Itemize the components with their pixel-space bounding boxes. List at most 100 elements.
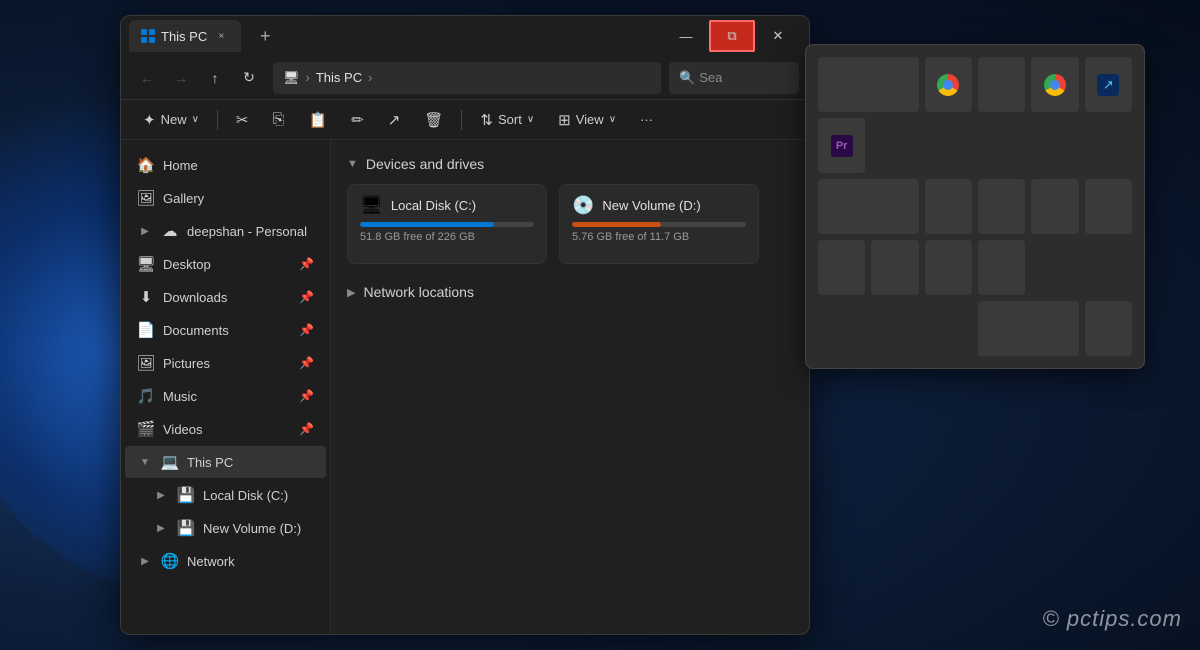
snap-cell-2-2[interactable] [925, 179, 972, 234]
view-button[interactable]: ⊞ View ∨ [548, 104, 626, 136]
snap-cell-2-5[interactable] [1085, 179, 1132, 234]
address-monitor-icon: 🖥 [283, 70, 300, 86]
new-button[interactable]: ✦ New ∨ [133, 104, 209, 136]
view-chevron: ∨ [609, 114, 616, 125]
sidebar-item-cloud[interactable]: ▶ ☁ deepshan - Personal [125, 215, 326, 247]
drive-c-bar-fill [360, 222, 494, 227]
cloud-icon: ☁ [161, 222, 179, 240]
snap-cell-1-1[interactable] [818, 57, 919, 112]
sidebar-item-home[interactable]: 🏠 Home [125, 149, 326, 181]
divider-2 [461, 110, 462, 130]
snap-cell-2-6[interactable] [818, 240, 865, 295]
view-label: View [576, 112, 604, 127]
snap-cell-1-6[interactable]: Pr [818, 118, 865, 173]
snap-cell-1-3[interactable] [978, 57, 1025, 112]
sidebar-label-network: Network [187, 554, 235, 569]
rename-button[interactable]: ✏ [341, 104, 374, 136]
snap-cell-2-1[interactable] [818, 179, 919, 234]
sort-button[interactable]: ⇅ Sort ∨ [470, 104, 544, 136]
sidebar-item-newvolume[interactable]: ▶ 💾 New Volume (D:) [125, 512, 326, 544]
more-button[interactable]: ··· [630, 104, 663, 136]
drive-card-c-top: 🖥 Local Disk (C:) [360, 195, 534, 216]
drive-d-bar-bg [572, 222, 746, 227]
sort-chevron: ∨ [527, 114, 534, 125]
new-chevron: ∨ [192, 114, 199, 125]
snap-cell-3-6[interactable] [1085, 301, 1132, 356]
sidebar-item-desktop[interactable]: 🖥 Desktop 📌 [125, 248, 326, 280]
pin-icon-downloads: 📌 [299, 290, 314, 304]
snap-cell-2-4[interactable] [1031, 179, 1078, 234]
network-chevron-icon: ▶ [347, 286, 355, 299]
snap-cell-3-3[interactable] [978, 240, 1025, 295]
new-tab-button[interactable]: + [251, 22, 279, 50]
drive-card-d[interactable]: 💿 New Volume (D:) 5.76 GB free of 11.7 G… [559, 184, 759, 264]
paste-icon: 📋 [309, 111, 328, 129]
network-section-header[interactable]: ▶ Network locations [347, 284, 793, 300]
share-icon: ↗ [388, 111, 401, 129]
snap-cell-3-2[interactable] [925, 240, 972, 295]
music-icon: 🎵 [137, 387, 155, 405]
sidebar-expander-newvolume: ▶ [153, 520, 169, 536]
drive-d-bar-fill [572, 222, 661, 227]
copy-button[interactable]: ⎘ [263, 104, 295, 136]
snap-cell-1-4[interactable] [1031, 57, 1078, 112]
sidebar-label-desktop: Desktop [163, 257, 211, 272]
network-icon: 🌐 [161, 552, 179, 570]
watermark: © pctips.com [1043, 606, 1182, 632]
sidebar-item-thispc[interactable]: ▼ 💻 This PC [125, 446, 326, 478]
home-icon: 🏠 [137, 156, 155, 174]
close-button[interactable]: ✕ [755, 20, 801, 52]
delete-button[interactable]: 🗑 [414, 104, 453, 136]
drive-d-icon: 💿 [572, 195, 594, 216]
drives-grid: 🖥 Local Disk (C:) 51.8 GB free of 226 GB… [347, 184, 793, 264]
forward-button[interactable]: → [165, 62, 197, 94]
sidebar-expander-thispc: ▼ [137, 454, 153, 470]
sidebar-label-videos: Videos [163, 422, 203, 437]
paste-button[interactable]: 📋 [299, 104, 338, 136]
sidebar-item-documents[interactable]: 📄 Documents 📌 [125, 314, 326, 346]
address-path: This PC [316, 70, 362, 85]
back-button[interactable]: ← [131, 62, 163, 94]
sidebar-item-pictures[interactable]: 🖼 Pictures 📌 [125, 347, 326, 379]
search-box[interactable]: 🔍 Sea [669, 62, 799, 94]
refresh-button[interactable]: ↻ [233, 62, 265, 94]
status-bar: 3 items | 1 item selected | [121, 634, 809, 635]
sidebar-item-localdisk[interactable]: ▶ 💾 Local Disk (C:) [125, 479, 326, 511]
sidebar-item-downloads[interactable]: ⬇ Downloads 📌 [125, 281, 326, 313]
pictures-icon: 🖼 [137, 354, 155, 372]
drive-d-name: New Volume (D:) [602, 198, 700, 213]
share-button[interactable]: ↗ [378, 104, 411, 136]
snap-cell-1-5[interactable]: ↗ [1085, 57, 1132, 112]
window-tab[interactable]: This PC × [129, 20, 241, 52]
pin-icon-pictures: 📌 [299, 356, 314, 370]
sidebar-item-gallery[interactable]: 🖼 Gallery [125, 182, 326, 214]
maximize-button[interactable]: ⧉ [709, 20, 755, 52]
sidebar-label-gallery: Gallery [163, 191, 204, 206]
devices-section-header[interactable]: ▼ Devices and drives [347, 156, 793, 172]
new-icon: ✦ [143, 111, 156, 129]
sidebar-item-music[interactable]: 🎵 Music 📌 [125, 380, 326, 412]
minimize-button[interactable]: — [663, 20, 709, 52]
snap-cell-1-2[interactable] [925, 57, 972, 112]
tab-close-button[interactable]: × [213, 28, 229, 44]
delete-icon: 🗑 [424, 111, 443, 129]
videos-icon: 🎬 [137, 420, 155, 438]
snap-cell-2-3[interactable] [978, 179, 1025, 234]
navigation-toolbar: ← → ↑ ↻ 🖥 › This PC › 🔍 Sea [121, 56, 809, 100]
snap-cell-3-1[interactable] [871, 240, 918, 295]
address-chevron-2: › [368, 70, 372, 85]
file-explorer-window: This PC × + — ⧉ ✕ ← → ↑ ↻ 🖥 › This PC › … [120, 15, 810, 635]
cut-button[interactable]: ✂ [226, 104, 259, 136]
more-icon: ··· [640, 112, 653, 127]
sidebar: 🏠 Home 🖼 Gallery ▶ ☁ deepshan - Personal… [121, 140, 331, 634]
sidebar-label-newvolume: New Volume (D:) [203, 521, 301, 536]
sidebar-item-network[interactable]: ▶ 🌐 Network [125, 545, 326, 577]
snap-cell-3-4[interactable] [978, 301, 1079, 356]
sidebar-item-videos[interactable]: 🎬 Videos 📌 [125, 413, 326, 445]
drive-card-c[interactable]: 🖥 Local Disk (C:) 51.8 GB free of 226 GB [347, 184, 547, 264]
newvolume-icon: 💾 [177, 519, 195, 537]
address-bar[interactable]: 🖥 › This PC › [273, 62, 661, 94]
sidebar-label-downloads: Downloads [163, 290, 227, 305]
up-button[interactable]: ↑ [199, 62, 231, 94]
new-label: New [161, 112, 187, 127]
